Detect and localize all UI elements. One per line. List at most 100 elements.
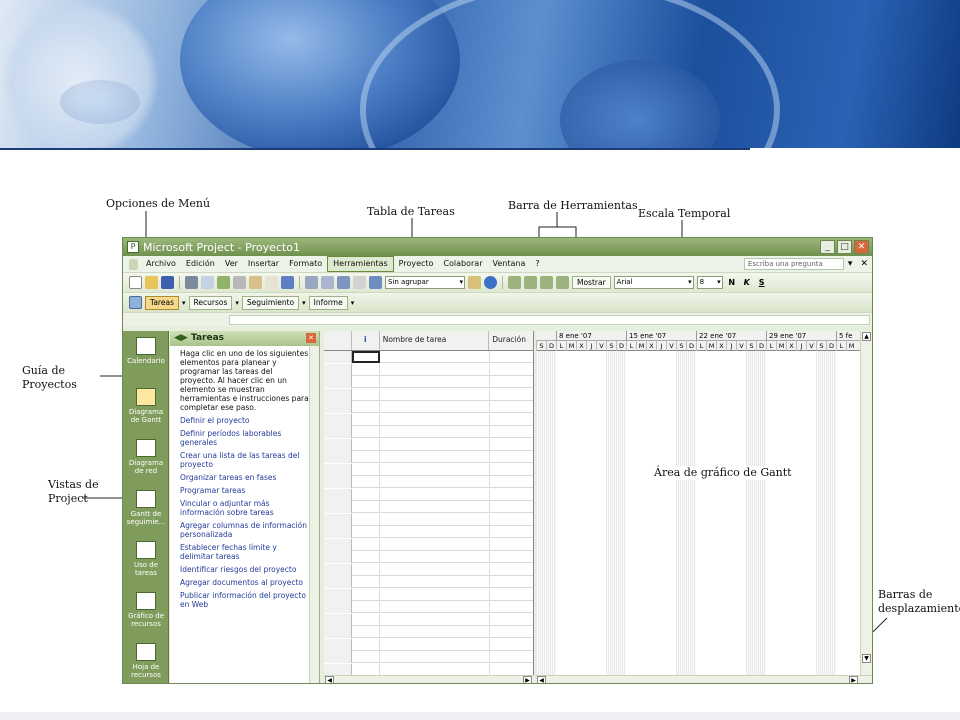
guide-link-2[interactable]: Crear una lista de las tareas del proyec… [170, 451, 319, 473]
table-row[interactable] [324, 376, 533, 388]
indent-out-icon[interactable] [508, 276, 521, 289]
table-row[interactable] [324, 651, 533, 663]
save-icon[interactable] [161, 276, 174, 289]
unlink-tasks-icon[interactable] [321, 276, 334, 289]
table-row[interactable] [324, 451, 533, 463]
guide-tasks-button[interactable]: Tareas [145, 295, 179, 310]
table-row[interactable] [324, 601, 533, 613]
chevron-down-icon[interactable]: ▾ [302, 299, 306, 307]
pane-scrollbar[interactable] [309, 346, 319, 683]
underline-button[interactable]: S [756, 278, 768, 287]
table-row[interactable] [324, 488, 533, 501]
table-row[interactable] [324, 576, 533, 588]
font-select[interactable]: Arial [613, 276, 694, 289]
vertical-scrollbar[interactable]: ▲ ▼ [860, 331, 872, 675]
view-calendar-view[interactable]: Calendario [126, 337, 166, 365]
guide-link-0[interactable]: Definir el proyecto [170, 416, 319, 429]
guide-link-7[interactable]: Establecer fechas límite y delimitar tar… [170, 543, 319, 565]
table-row[interactable] [324, 551, 533, 563]
guide-tracking-button[interactable]: Seguimiento [241, 295, 300, 310]
group-select[interactable]: Sin agrupar [385, 276, 465, 289]
guide-link-9[interactable]: Agregar documentos al proyecto [170, 578, 319, 591]
table-horizontal-scrollbar[interactable]: ◀ ▶ [324, 675, 534, 683]
table-row[interactable] [324, 613, 533, 626]
ask-dropdown-icon[interactable]: ▾ [844, 259, 857, 269]
open-icon[interactable] [145, 276, 158, 289]
hide-subtasks-icon[interactable] [556, 276, 569, 289]
menu-item-2[interactable]: Ver [220, 257, 243, 271]
guide-link-1[interactable]: Definir períodos laborables generales [170, 429, 319, 451]
table-row[interactable] [324, 351, 533, 363]
zoom-icon[interactable] [468, 276, 481, 289]
guide-link-6[interactable]: Agregar columnas de información personal… [170, 521, 319, 543]
scroll-right-icon[interactable]: ▶ [849, 676, 858, 683]
menu-item-6[interactable]: Proyecto [394, 257, 439, 271]
table-row[interactable] [324, 513, 533, 526]
guide-link-3[interactable]: Organizar tareas en fases [170, 473, 319, 486]
show-subtasks-icon[interactable] [540, 276, 553, 289]
table-row[interactable] [324, 563, 533, 576]
close-document-icon[interactable]: ✕ [856, 259, 872, 269]
table-row[interactable] [324, 463, 533, 476]
view-task-usage[interactable]: Uso de tareas [126, 541, 166, 577]
task-name-header[interactable]: Nombre de tarea [380, 331, 490, 350]
new-icon[interactable] [129, 276, 142, 289]
print-preview-icon[interactable] [201, 276, 214, 289]
chevron-down-icon[interactable]: ▾ [182, 299, 186, 307]
table-row[interactable] [324, 438, 533, 451]
italic-button[interactable]: K [741, 278, 753, 287]
table-row[interactable] [324, 526, 533, 538]
table-row[interactable] [324, 588, 533, 601]
hyperlink-icon[interactable] [281, 276, 294, 289]
guide-resources-button[interactable]: Recursos [188, 295, 233, 310]
entry-field[interactable] [229, 315, 870, 325]
show-dropdown[interactable]: Mostrar [572, 276, 611, 289]
scroll-up-icon[interactable]: ▲ [862, 332, 871, 341]
scroll-down-icon[interactable]: ▼ [862, 654, 871, 663]
scroll-left-icon[interactable]: ◀ [325, 676, 334, 683]
cut-icon[interactable] [233, 276, 246, 289]
table-row[interactable] [324, 538, 533, 551]
guide-report-button[interactable]: Informe [308, 295, 348, 310]
link-tasks-icon[interactable] [305, 276, 318, 289]
undo-icon[interactable] [265, 276, 278, 289]
guide-link-4[interactable]: Programar tareas [170, 486, 319, 499]
view-gantt-view[interactable]: Diagrama de Gantt [126, 388, 166, 424]
table-row[interactable] [324, 476, 533, 488]
chevron-down-icon[interactable]: ▾ [351, 299, 355, 307]
table-row[interactable] [324, 413, 533, 426]
table-row[interactable] [324, 663, 533, 676]
view-network-view[interactable]: Diagrama de red [126, 439, 166, 475]
chevron-down-icon[interactable]: ▾ [235, 299, 239, 307]
bold-button[interactable]: N [726, 278, 738, 287]
guide-link-10[interactable]: Publicar información del proyecto en Web [170, 591, 319, 613]
spelling-icon[interactable] [217, 276, 230, 289]
menu-item-3[interactable]: Insertar [243, 257, 284, 271]
back-forward-icon[interactable]: ◀▶ [174, 333, 191, 343]
notes-icon[interactable] [369, 276, 382, 289]
font-size-select[interactable]: 8 [696, 276, 723, 289]
view-tracking-gantt[interactable]: Gantt de seguimie... [126, 490, 166, 526]
menu-item-1[interactable]: Edición [181, 257, 220, 271]
menu-item-7[interactable]: Colaborar [438, 257, 487, 271]
minimize-button[interactable]: _ [820, 240, 835, 254]
table-row[interactable] [324, 401, 533, 413]
paste-icon[interactable] [249, 276, 262, 289]
table-row[interactable] [324, 426, 533, 438]
gantt-horizontal-scrollbar[interactable]: ◀ ▶ [536, 675, 872, 683]
project-guide-toggle-icon[interactable] [129, 296, 142, 309]
help-icon[interactable] [484, 276, 497, 289]
menu-item-8[interactable]: Ventana [488, 257, 531, 271]
close-button[interactable]: ✕ [854, 240, 869, 254]
split-task-icon[interactable] [337, 276, 350, 289]
maximize-button[interactable]: □ [837, 240, 852, 254]
close-pane-icon[interactable]: ✕ [306, 333, 316, 343]
menu-item-4[interactable]: Formato [284, 257, 327, 271]
table-row[interactable] [324, 501, 533, 513]
scroll-right-icon[interactable]: ▶ [523, 676, 532, 683]
table-row[interactable] [324, 638, 533, 651]
view-resource-graph[interactable]: Gráfico de recursos [126, 592, 166, 628]
view-resource-sheet[interactable]: Hoja de recursos [126, 643, 166, 679]
table-row[interactable] [324, 363, 533, 376]
duration-header[interactable]: Duración [489, 331, 533, 350]
